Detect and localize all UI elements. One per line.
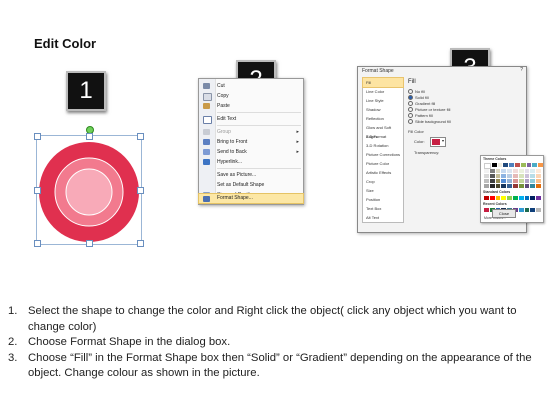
menu-separator <box>217 112 301 113</box>
menu-item-send-to-back[interactable]: Send to Back ▸ <box>199 147 303 157</box>
dialog-close-icon[interactable]: ? <box>520 67 523 73</box>
radio-solid-fill[interactable]: Solid fill <box>408 95 429 101</box>
radio-selected-icon <box>408 95 413 101</box>
category-list: Fill Line Color Line Style Shadow Reflec… <box>362 77 404 223</box>
bring-front-icon <box>203 139 210 145</box>
category-reflection[interactable]: Reflection <box>363 114 403 123</box>
context-menu: Cut Copy Paste Edit Text Group ▸ Bring t… <box>198 78 304 205</box>
palette-row[interactable] <box>484 184 541 188</box>
fill-heading: Fill <box>408 79 416 85</box>
category-shadow[interactable]: Shadow <box>363 105 403 114</box>
submenu-arrow-icon: ▸ <box>296 129 299 135</box>
instruction-item: 2. Choose Format Shape in the dialog box… <box>8 336 231 348</box>
transparency-label: Transparency: <box>414 150 440 155</box>
chevron-down-icon: ▾ <box>441 138 444 143</box>
resize-handle[interactable] <box>34 187 41 194</box>
category-crop[interactable]: Crop <box>363 177 403 186</box>
radio-icon <box>408 107 413 113</box>
menu-item-group: Group ▸ <box>199 127 303 137</box>
category-glow[interactable]: Glow and Soft Edges <box>363 123 403 139</box>
palette-row[interactable] <box>484 174 541 178</box>
resize-handle[interactable] <box>34 240 41 247</box>
menu-item-paste[interactable]: Paste <box>199 101 303 111</box>
menu-item-set-default-shape[interactable]: Set as Default Shape <box>199 180 303 190</box>
category-text-box[interactable]: Text Box <box>363 204 403 213</box>
page-title: Edit Color <box>34 36 97 51</box>
category-alt-text[interactable]: Alt Text <box>363 213 403 222</box>
menu-item-format-shape[interactable]: Format Shape... <box>198 193 304 204</box>
resize-handle[interactable] <box>34 133 41 140</box>
category-fill[interactable]: Fill <box>362 77 404 88</box>
radio-pattern-fill[interactable]: Pattern fill <box>408 113 433 119</box>
group-icon <box>203 129 210 135</box>
resize-handle[interactable] <box>86 133 93 140</box>
menu-item-hyperlink[interactable]: Hyperlink... <box>199 157 303 167</box>
instructions-list: 1. Select the shape to change the color … <box>8 304 553 382</box>
radio-gradient-fill[interactable]: Gradient fill <box>408 101 435 107</box>
fill-color-heading: Fill Color <box>408 129 424 134</box>
paste-icon <box>203 103 210 109</box>
menu-separator <box>217 168 301 169</box>
submenu-arrow-icon: ▸ <box>296 139 299 145</box>
resize-handle[interactable] <box>86 240 93 247</box>
menu-item-bring-to-front[interactable]: Bring to Front ▸ <box>199 137 303 147</box>
category-3d-format[interactable]: 3-D Format <box>363 132 403 141</box>
radio-no-fill[interactable]: No fill <box>408 89 425 95</box>
menu-item-copy[interactable]: Copy <box>199 91 303 101</box>
category-3d-rotation[interactable]: 3-D Rotation <box>363 141 403 150</box>
palette-recent-heading: Recent Colors <box>483 202 507 206</box>
palette-theme-heading: Theme Colors <box>483 157 507 161</box>
close-button[interactable]: Close <box>492 209 516 218</box>
selected-shape[interactable] <box>34 126 144 247</box>
radio-picture-fill[interactable]: Picture or texture fill <box>408 107 450 113</box>
edit-text-icon <box>203 116 212 124</box>
category-line-color[interactable]: Line Color <box>363 87 403 96</box>
menu-item-cut[interactable]: Cut <box>199 81 303 91</box>
color-picker-button[interactable]: ▾ <box>430 137 446 147</box>
category-line-style[interactable]: Line Style <box>363 96 403 105</box>
palette-row[interactable] <box>484 179 541 183</box>
current-color-swatch <box>432 139 440 145</box>
radio-icon <box>408 119 413 125</box>
scissors-icon <box>203 83 210 89</box>
radio-icon <box>408 89 413 95</box>
dialog-title: Format Shape <box>362 68 394 74</box>
category-position[interactable]: Position <box>363 195 403 204</box>
instruction-item: 1. Select the shape to change the color … <box>8 305 517 333</box>
color-label: Color: <box>414 139 425 144</box>
copy-icon <box>203 93 212 101</box>
format-shape-icon <box>203 196 210 202</box>
category-artistic-effects[interactable]: Artistic Effects <box>363 168 403 177</box>
fill-panel: Fill No fill Solid fill Gradient fill Pi… <box>406 77 544 223</box>
category-size[interactable]: Size <box>363 186 403 195</box>
concentric-circles-shape[interactable] <box>37 136 141 244</box>
hyperlink-icon <box>203 159 210 165</box>
radio-icon <box>408 113 413 119</box>
menu-item-edit-text[interactable]: Edit Text <box>199 114 303 124</box>
menu-separator <box>217 125 301 126</box>
resize-handle[interactable] <box>137 240 144 247</box>
instruction-item: 3. Choose “Fill” in the Format Shape box… <box>8 351 532 380</box>
palette-row[interactable] <box>484 196 541 200</box>
category-picture-color[interactable]: Picture Color <box>363 159 403 168</box>
resize-handle[interactable] <box>137 187 144 194</box>
radio-background-fill[interactable]: Slide background fill <box>408 119 451 125</box>
category-picture-corrections[interactable]: Picture Corrections <box>363 150 403 159</box>
radio-icon <box>408 101 413 107</box>
palette-row[interactable] <box>484 169 541 173</box>
resize-handle[interactable] <box>137 133 144 140</box>
send-back-icon <box>203 149 210 155</box>
submenu-arrow-icon: ▸ <box>296 149 299 155</box>
step-badge-1: 1 <box>66 71 106 111</box>
menu-item-save-as-picture[interactable]: Save as Picture... <box>199 170 303 180</box>
format-shape-dialog: Format Shape ? Fill Line Color Line Styl… <box>357 66 544 233</box>
palette-standard-heading: Standard Colors <box>483 190 511 194</box>
